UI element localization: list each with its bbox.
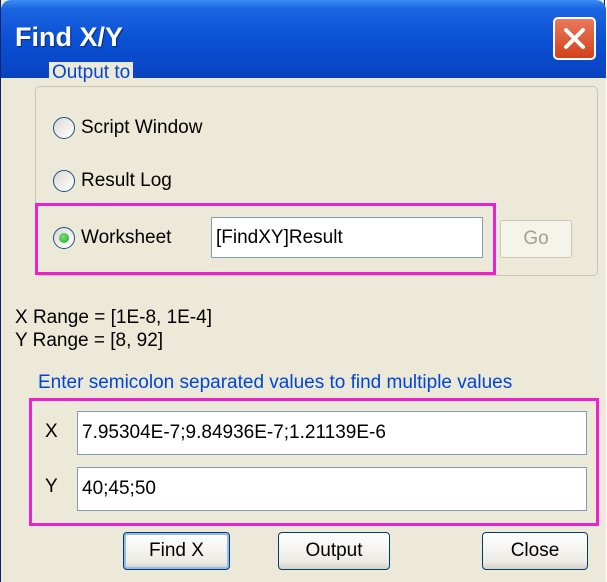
x-range-text: X Range = [1E-8, 1E-4] (15, 307, 212, 328)
find-x-button[interactable]: Find X (123, 532, 230, 570)
worksheet-name-input[interactable]: [FindXY]Result (211, 217, 483, 258)
close-window-button[interactable] (553, 17, 596, 60)
x-values-text: 7.95304E-7;9.84936E-7;1.21139E-6 (82, 422, 386, 443)
radio-label: Script Window (81, 117, 203, 138)
output-to-legend: Output to (49, 62, 134, 84)
radio-result-log[interactable]: Result Log (53, 170, 172, 192)
multi-value-hint: Enter semicolon separated values to find… (38, 372, 513, 393)
y-range-text: Y Range = [8, 92] (15, 330, 164, 351)
output-button[interactable]: Output (278, 532, 390, 570)
radio-label: Worksheet (81, 227, 172, 248)
close-button[interactable]: Close (482, 532, 588, 570)
x-input-label: X (45, 421, 58, 442)
worksheet-name-value: [FindXY]Result (216, 226, 343, 248)
radio-label: Result Log (81, 170, 172, 191)
radio-script-window[interactable]: Script Window (53, 117, 202, 139)
go-button[interactable]: Go (500, 220, 572, 258)
radio-worksheet[interactable]: Worksheet (53, 227, 171, 249)
find-xy-dialog: Find X/Y Output to Script Window Result … (0, 0, 606, 582)
radio-button[interactable] (53, 170, 75, 192)
x-values-input[interactable]: 7.95304E-7;9.84936E-7;1.21139E-6 (77, 411, 587, 455)
y-values-input[interactable]: 40;45;50 (77, 467, 587, 511)
y-input-label: Y (45, 476, 58, 497)
window-title: Find X/Y (15, 22, 123, 52)
radio-button-checked[interactable] (53, 227, 75, 249)
radio-button[interactable] (53, 117, 75, 139)
y-values-text: 40;45;50 (82, 478, 156, 499)
